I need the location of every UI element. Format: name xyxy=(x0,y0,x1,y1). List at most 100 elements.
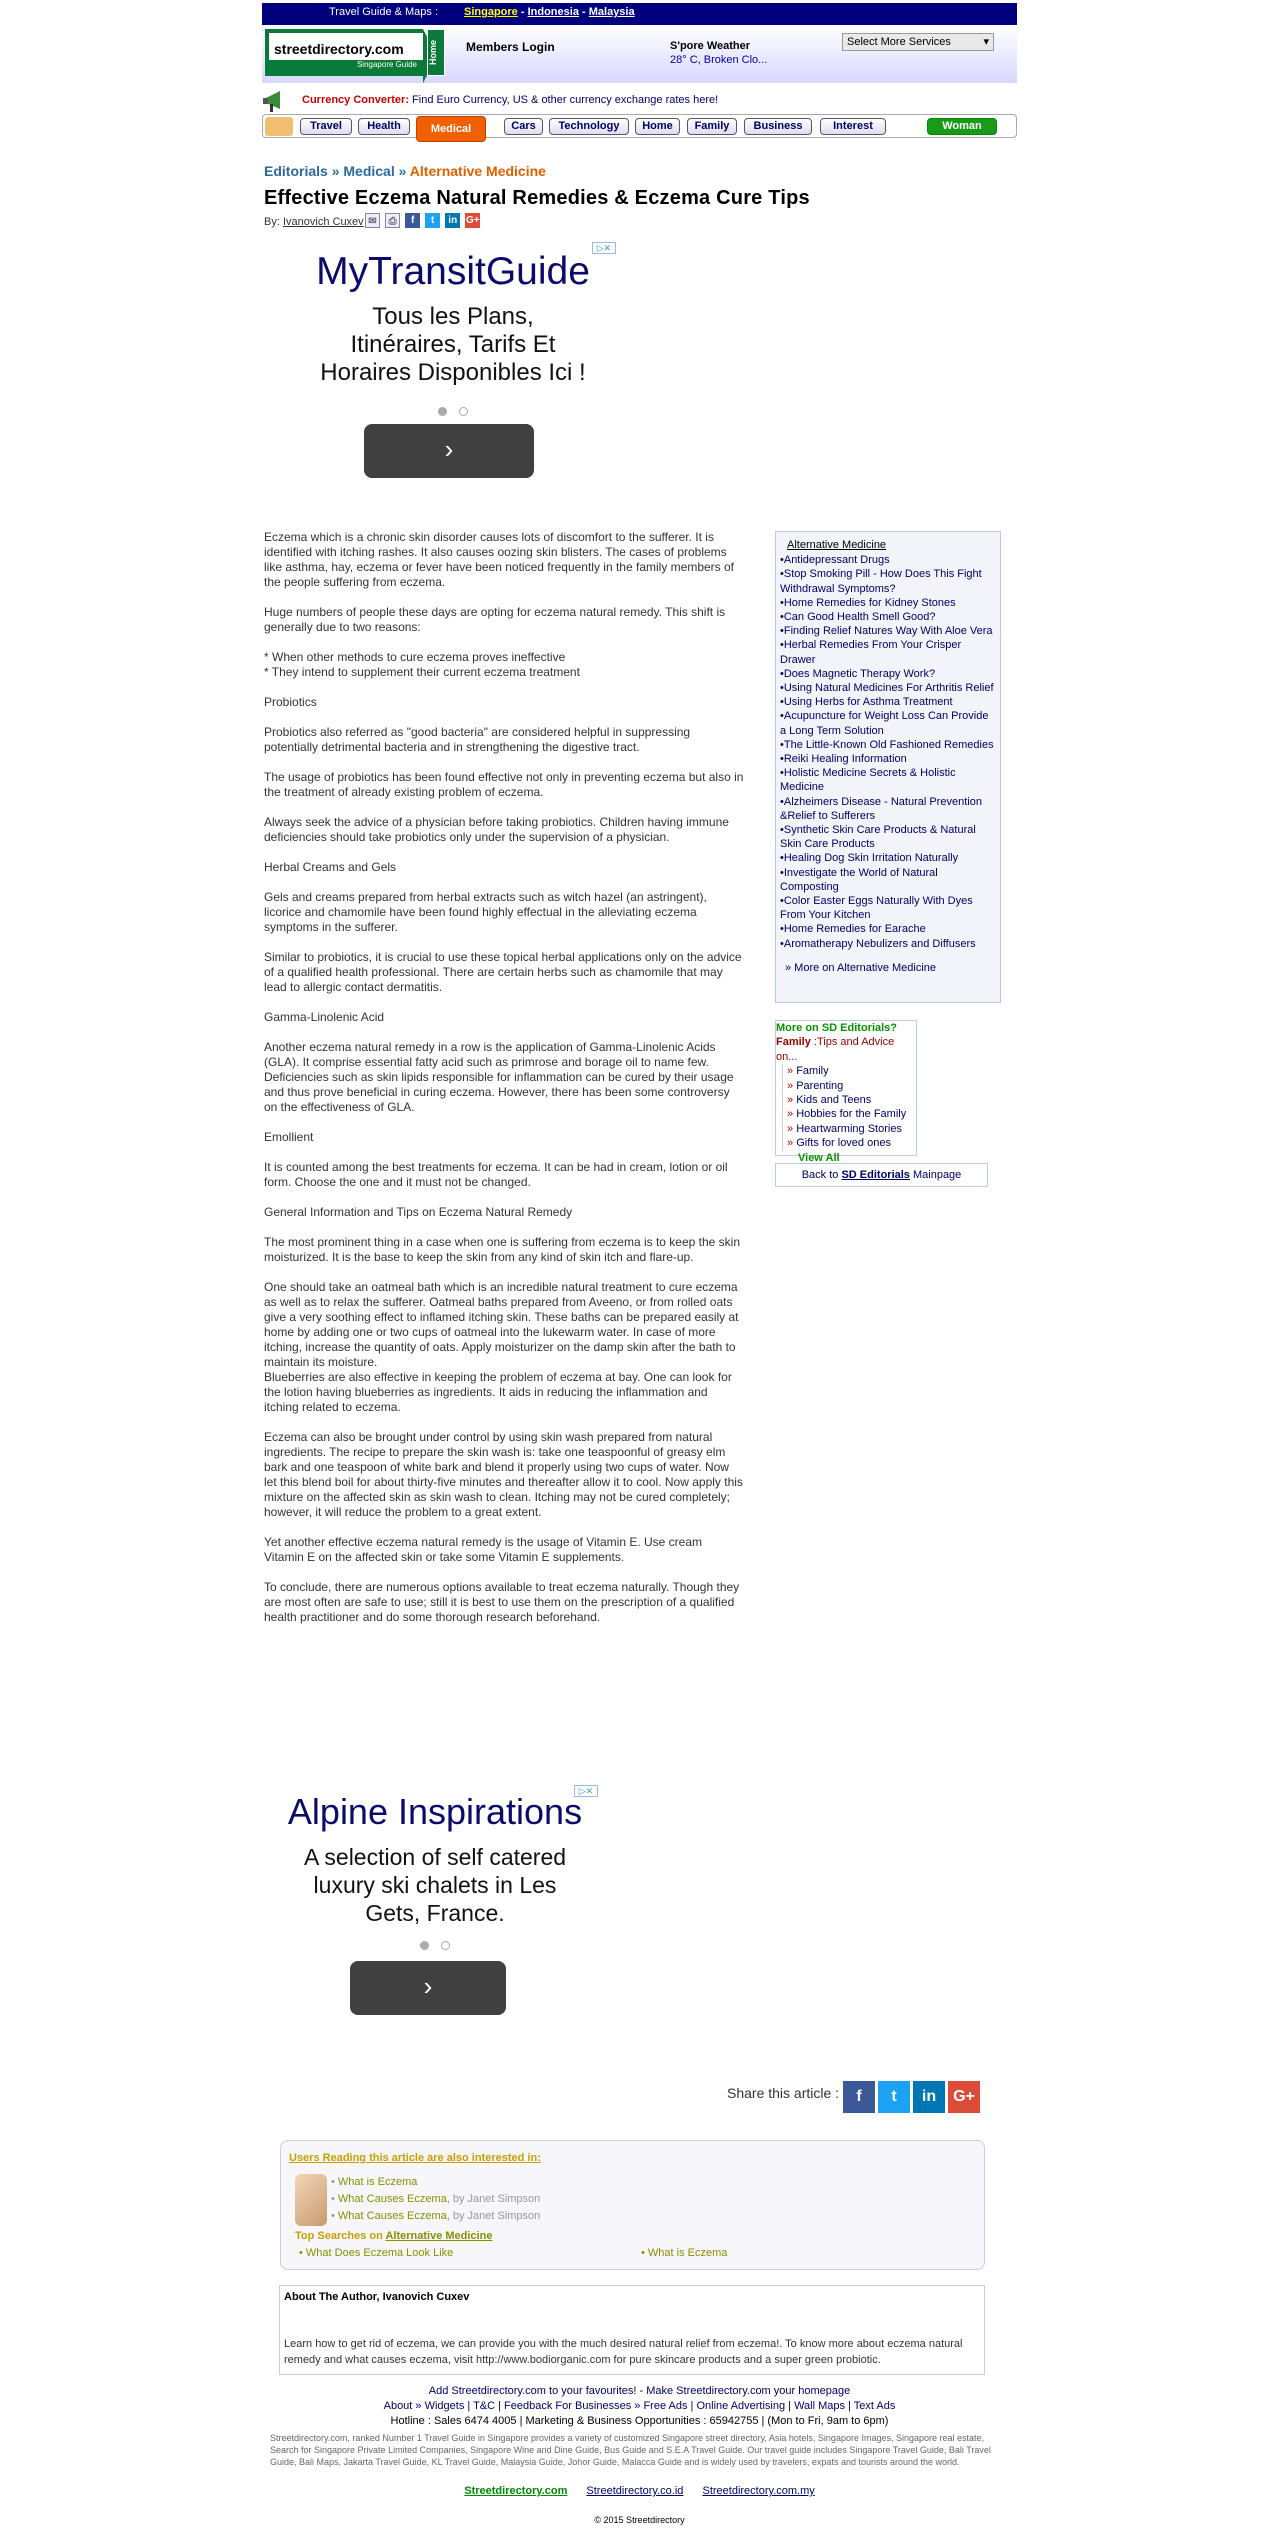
ad-headline[interactable]: Alpine Inspirations xyxy=(270,1791,600,1833)
singapore-link[interactable]: Singapore xyxy=(464,6,518,18)
also-interested-heading[interactable]: Users Reading this article are also inte… xyxy=(289,2152,541,2164)
footer-description: Streetdirectory.com, ranked Number 1 Tra… xyxy=(270,2433,991,2467)
members-login-link[interactable]: Members Login xyxy=(466,40,555,54)
ad-next-button[interactable]: › xyxy=(350,1961,506,2015)
malaysia-link[interactable]: Malaysia xyxy=(589,6,635,18)
footer-links[interactable]: About » Widgets | T&C | Feedback For Bus… xyxy=(262,2400,1017,2412)
article-paragraph: The most prominent thing in a case when … xyxy=(264,1235,741,1264)
sidebar-link[interactable]: •The Little-Known Old Fashioned Remedies xyxy=(780,738,996,752)
tab-interest[interactable]: Interest xyxy=(820,118,886,135)
sidebar-link[interactable]: •Can Good Health Smell Good? xyxy=(780,610,996,624)
linkedin-icon[interactable]: in xyxy=(445,213,461,228)
tab-health[interactable]: Health xyxy=(358,118,410,135)
ad-banner-bottom[interactable]: ▷✕ Alpine Inspirations A selection of se… xyxy=(270,1783,600,2033)
list-item[interactable]: What is Eczema xyxy=(331,2174,540,2191)
article-paragraph: * When other methods to cure eczema prov… xyxy=(264,650,580,679)
sidebar-link[interactable]: •Color Easter Eggs Naturally With Dyes F… xyxy=(780,894,996,922)
sidebar-link[interactable]: •Antidepressant Drugs xyxy=(780,553,996,567)
linkedin-share-icon[interactable]: in xyxy=(913,2081,945,2113)
home-icon[interactable] xyxy=(265,117,293,136)
also-interested-list: What is Eczema What Causes Eczema, by Ja… xyxy=(331,2174,540,2225)
breadcrumb-editorials[interactable]: Editorials xyxy=(264,163,328,179)
googleplus-share-icon[interactable]: G+ xyxy=(948,2081,980,2113)
tab-travel[interactable]: Travel xyxy=(300,118,352,135)
ad-carousel-dots[interactable] xyxy=(270,1937,600,1955)
list-item[interactable]: Parenting xyxy=(787,1079,916,1093)
sidebar-link[interactable]: •Herbal Remedies From Your Crisper Drawe… xyxy=(780,638,996,666)
sidebar-link[interactable]: •Using Natural Medicines For Arthritis R… xyxy=(780,681,996,695)
footer-hotline: Hotline : Sales 6474 4005 | Marketing & … xyxy=(390,2415,889,2427)
list-item[interactable]: What Causes Eczema, by Janet Simpson xyxy=(331,2208,540,2225)
sidebar-link[interactable]: •Using Herbs for Asthma Treatment xyxy=(780,695,996,709)
list-item[interactable]: What Causes Eczema, by Janet Simpson xyxy=(331,2191,540,2208)
site-link-id[interactable]: Streetdirectory.co.id xyxy=(586,2485,683,2497)
tab-medical[interactable]: Medical xyxy=(416,116,486,142)
home-tab[interactable]: Home xyxy=(427,29,445,76)
editorials-heading[interactable]: More on SD Editorials? xyxy=(776,1021,916,1035)
also-interested-box: Users Reading this article are also inte… xyxy=(280,2140,985,2270)
about-author-heading: About The Author, Ivanovich Cuxev xyxy=(284,2291,470,2303)
sidebar-link[interactable]: •Home Remedies for Earache xyxy=(780,922,996,936)
top-search-link[interactable]: • What is Eczema xyxy=(641,2247,727,2259)
copyright: © 2015 Streetdirectory xyxy=(594,2515,685,2525)
section-heading: Emollient xyxy=(264,1130,314,1144)
sidebar-link[interactable]: •Finding Relief Natures Way With Aloe Ve… xyxy=(780,624,996,638)
list-item[interactable]: Hobbies for the Family xyxy=(787,1107,916,1121)
print-icon[interactable]: ⎙ xyxy=(385,213,401,228)
sidebar-link[interactable]: •Aromatherapy Nebulizers and Diffusers xyxy=(780,937,996,951)
twitter-share-icon[interactable]: t xyxy=(878,2081,910,2113)
sidebar-heading[interactable]: Alternative Medicine xyxy=(780,538,996,552)
sidebar-link[interactable]: •Stop Smoking Pill - How Does This Fight… xyxy=(780,567,996,595)
email-icon[interactable]: ✉ xyxy=(365,213,380,228)
site-link-my[interactable]: Streetdirectory.com.my xyxy=(702,2485,814,2497)
breadcrumb-medical[interactable]: Medical xyxy=(343,163,394,179)
author-link[interactable]: Ivanovich Cuxev xyxy=(283,216,364,228)
sidebar-link[interactable]: •Does Magnetic Therapy Work? xyxy=(780,667,996,681)
googleplus-icon[interactable]: G+ xyxy=(465,213,481,228)
article-paragraph: Eczema which is a chronic skin disorder … xyxy=(264,530,735,589)
twitter-icon[interactable]: t xyxy=(425,213,441,228)
footer-favourites[interactable]: Add Streetdirectory.com to your favourit… xyxy=(262,2385,1017,2397)
currency-label: Currency Converter: xyxy=(302,94,409,106)
country-links: Singapore - Indonesia - Malaysia xyxy=(464,6,635,18)
article-paragraph: The usage of probiotics has been found e… xyxy=(264,770,744,799)
sidebar-link[interactable]: •Acupuncture for Weight Loss Can Provide… xyxy=(780,709,996,737)
more-alternative-medicine-link[interactable]: » More on Alternative Medicine xyxy=(780,961,996,975)
tab-cars[interactable]: Cars xyxy=(504,118,543,135)
ad-next-button[interactable]: › xyxy=(364,424,534,478)
top-searches-category-link[interactable]: Alternative Medicine xyxy=(385,2230,492,2242)
top-search-link[interactable]: • What Does Eczema Look Like xyxy=(299,2247,453,2259)
list-item[interactable]: Heartwarming Stories xyxy=(787,1122,916,1136)
tab-business[interactable]: Business xyxy=(744,118,812,135)
tab-technology[interactable]: Technology xyxy=(549,118,629,135)
site-logo[interactable]: streetdirectory.com Singapore Guide xyxy=(265,29,437,83)
section-heading: General Information and Tips on Eczema N… xyxy=(264,1205,573,1219)
indonesia-link[interactable]: Indonesia xyxy=(528,6,579,18)
ad-carousel-dots[interactable] xyxy=(288,403,618,421)
travel-guide-label: Travel Guide & Maps : xyxy=(329,6,439,18)
ad-headline[interactable]: MyTransitGuide xyxy=(288,250,618,294)
list-item[interactable]: Gifts for loved ones xyxy=(787,1136,916,1150)
currency-text[interactable]: Find Euro Currency, US & other currency … xyxy=(412,94,718,106)
sidebar-link[interactable]: •Home Remedies for Kidney Stones xyxy=(780,596,996,610)
list-item[interactable]: Family xyxy=(787,1064,916,1078)
sidebar-link[interactable]: •Synthetic Skin Care Products & Natural … xyxy=(780,823,996,851)
tab-home[interactable]: Home xyxy=(635,118,680,135)
list-item[interactable]: Kids and Teens xyxy=(787,1093,916,1107)
tab-family[interactable]: Family xyxy=(687,118,737,135)
sidebar-link[interactable]: •Holistic Medicine Secrets & Holistic Me… xyxy=(780,766,996,794)
sidebar-link[interactable]: •Healing Dog Skin Irritation Naturally xyxy=(780,851,996,865)
ad-banner-top[interactable]: ▷✕ MyTransitGuide Tous les Plans, Itinér… xyxy=(288,240,618,490)
site-link-sg[interactable]: Streetdirectory.com xyxy=(464,2485,567,2497)
facebook-share-icon[interactable]: f xyxy=(843,2081,875,2113)
facebook-icon[interactable]: f xyxy=(405,213,421,228)
sd-editorials-link[interactable]: SD Editorials xyxy=(841,1169,909,1181)
article-paragraph: Similar to probiotics, it is crucial to … xyxy=(264,950,742,994)
sidebar-link[interactable]: •Alzheimers Disease - Natural Prevention… xyxy=(780,795,996,823)
tab-woman[interactable]: Woman xyxy=(927,118,997,135)
weather-value[interactable]: 28° C, Broken Clo... xyxy=(670,54,767,66)
editorials-list: Family Parenting Kids and Teens Hobbies … xyxy=(782,1064,916,1151)
sidebar-link[interactable]: •Reiki Healing Information xyxy=(780,752,996,766)
services-select[interactable]: Select More Services ▾ xyxy=(842,33,994,51)
sidebar-link[interactable]: •Investigate the World of Natural Compos… xyxy=(780,866,996,894)
